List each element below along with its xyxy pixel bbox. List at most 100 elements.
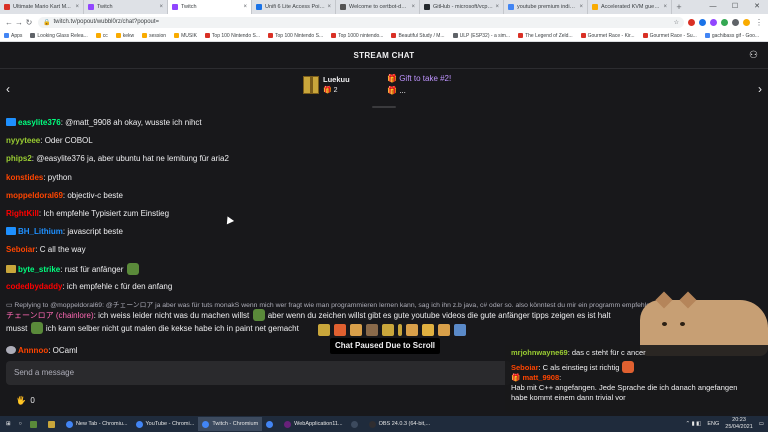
bookmark-item[interactable]: gachibass gif - Goo... — [704, 33, 759, 39]
language-indicator[interactable]: ENG — [707, 421, 719, 427]
bookmark-item[interactable]: kekw — [115, 33, 134, 39]
browser-tab[interactable]: Unifi 6 Lite Access Point -... × — [252, 0, 336, 14]
chat-text: : rust für anfänger — [60, 264, 124, 274]
emote-icon — [622, 361, 635, 373]
bookmark-item[interactable]: Looking Glass Relea... — [30, 33, 88, 39]
chat-username[interactable]: easylite376 — [18, 118, 61, 127]
gift-detail: ... — [399, 86, 406, 95]
app-icon[interactable] — [44, 417, 62, 431]
chat-input[interactable]: Send a message — [6, 361, 511, 385]
browser-tab[interactable]: GitHub - microsoft/vcpkg: C...× — [420, 0, 504, 14]
bookmark-item[interactable]: Gourmet Race - Su... — [642, 33, 697, 39]
chat-username[interactable]: konstides — [6, 173, 43, 182]
taskbar-item[interactable]: WebApplication11... — [280, 417, 346, 431]
taskbar-item[interactable]: OBS 24.0.3 (64-bit,... — [365, 417, 435, 431]
chat-username[interactable]: moppeldoral69 — [6, 191, 63, 200]
bookmark-item[interactable]: Gourmet Race - Kir... — [580, 33, 635, 39]
star-icon[interactable]: ☆ — [674, 19, 679, 26]
chevron-left-icon[interactable]: ‹ — [6, 82, 10, 96]
extension-icon[interactable] — [699, 18, 706, 26]
extension-icon[interactable] — [721, 18, 728, 26]
overlay-text: habe kommt einem dann trivial vor — [511, 393, 626, 402]
taskbar-item[interactable]: Twitch - Chromium — [198, 417, 263, 431]
profile-avatar[interactable] — [743, 18, 750, 26]
emote-icon — [454, 324, 466, 336]
overlay-text: Hab mit C++ angefangen. Jede Sprache die… — [511, 383, 738, 392]
chat-username[interactable]: チェーンロア — [6, 311, 54, 320]
maximize-button[interactable]: ☐ — [724, 0, 746, 14]
close-tab-icon[interactable]: × — [327, 4, 331, 10]
bookmark-item[interactable]: Top 1000 nintendo... — [331, 33, 383, 39]
taskbar-item[interactable] — [262, 417, 280, 431]
lock-icon: 🔒 — [43, 19, 51, 26]
close-window-button[interactable]: ✕ — [746, 0, 768, 14]
close-tab-icon[interactable]: × — [243, 4, 247, 10]
notification-icon[interactable]: ▭ — [759, 421, 764, 427]
browser-tab[interactable]: Accelerated KVM guests o...× — [588, 0, 672, 14]
forward-icon[interactable]: → — [14, 18, 24, 27]
new-tab-button[interactable]: + — [672, 0, 686, 14]
extension-icon[interactable] — [732, 18, 739, 26]
close-tab-icon[interactable]: × — [495, 4, 499, 10]
bookmark-item[interactable]: Top 100 Nintendo S... — [204, 33, 260, 39]
chat-username[interactable]: byte_strike — [18, 265, 60, 274]
chat-username[interactable]: BH_Lithium — [18, 227, 63, 236]
chat-username[interactable]: Seboiar — [6, 245, 35, 254]
emote-icon — [126, 262, 139, 275]
users-icon[interactable]: ⚇ — [749, 50, 758, 61]
taskbar-item[interactable]: YouTube - Chromi... — [132, 417, 199, 431]
bookmark-item[interactable]: MUSIK — [174, 33, 197, 39]
bookmark-item[interactable]: session — [142, 33, 166, 39]
tab-label: Twitch — [181, 4, 197, 10]
chat-text: : ich empfehle c für den anfang — [62, 281, 173, 291]
clock[interactable]: 20:23 25/04/2021 — [725, 417, 753, 431]
bookmark-item[interactable]: cc — [95, 33, 108, 39]
chat-paused-button[interactable]: Chat Paused Due to Scroll — [330, 338, 441, 354]
gift-leader[interactable]: Luekuu 🎁 2 — [303, 75, 350, 94]
gift-icon: 🎁 — [387, 74, 397, 83]
app-icon[interactable] — [26, 417, 44, 431]
url-input[interactable]: 🔒 twitch.tv/popout/wubbl0rz/chat?popout=… — [38, 16, 684, 28]
taskbar-app-icon — [350, 420, 358, 428]
chat-text: : ich weiss leider nicht was du machen w… — [93, 310, 250, 320]
reload-icon[interactable]: ↻ — [24, 18, 34, 27]
bookmark-label: ULP (ESP32) - a sim... — [459, 32, 511, 39]
chat-text: : python — [43, 172, 72, 182]
close-tab-icon[interactable]: × — [579, 4, 583, 10]
bookmark-item[interactable]: Apps — [4, 33, 22, 39]
minimize-button[interactable]: — — [702, 0, 724, 14]
close-tab-icon[interactable]: × — [159, 4, 163, 10]
chat-username[interactable]: phips2 — [6, 154, 32, 163]
tray-icons[interactable]: ⌃ ▮ ◧ — [685, 421, 701, 427]
taskbar-item[interactable] — [347, 417, 365, 431]
cat-eye — [680, 322, 685, 326]
browser-tab[interactable]: Welcome to certbot-dns-cl...× — [336, 0, 420, 14]
bookmark-item[interactable]: Beautiful Study / M... — [391, 33, 445, 39]
chat-username[interactable]: Annnoo — [18, 346, 48, 355]
bookmark-item[interactable]: Top 100 Nintendo S... — [268, 33, 323, 39]
search-icon[interactable]: ○ — [15, 417, 26, 431]
taskbar-item[interactable]: New Tab - Chromiu... — [62, 417, 132, 431]
close-tab-icon[interactable]: × — [75, 4, 79, 10]
browser-tab[interactable]: Twitch × — [84, 0, 168, 14]
chat-username[interactable]: codedbydaddy — [6, 282, 62, 291]
browser-tab[interactable]: Twitch × — [168, 0, 252, 14]
gift-takeover[interactable]: 🎁 Gift to take #2! 🎁 ... — [387, 74, 451, 95]
chevron-right-icon[interactable]: › — [758, 82, 762, 96]
chat-username[interactable]: RightKill — [6, 209, 39, 218]
chat-text: : Ich empfehle Typisiert zum Einstieg — [38, 208, 170, 218]
extension-icon[interactable] — [710, 18, 717, 26]
browser-tab[interactable]: Ultimate Mario Kart M... × — [0, 0, 84, 14]
chat-username[interactable]: nyyyteee — [6, 136, 40, 145]
overlay-chat: mrjohnwayne69: das c steht für c ancer S… — [505, 345, 768, 412]
channel-points[interactable]: 🖐 0 — [16, 396, 35, 405]
close-tab-icon[interactable]: × — [663, 4, 667, 10]
bookmark-item[interactable]: ULP (ESP32) - a sim... — [452, 32, 511, 39]
extension-icon[interactable] — [688, 18, 695, 26]
bookmark-item[interactable]: The Legend of Zeld... — [518, 33, 573, 39]
menu-icon[interactable]: ⋮ — [754, 18, 764, 27]
back-icon[interactable]: ← — [4, 18, 14, 27]
browser-tab[interactable]: youtube premium india - G...× — [504, 0, 588, 14]
close-tab-icon[interactable]: × — [411, 4, 415, 10]
start-icon[interactable]: ⊞ — [2, 417, 15, 431]
